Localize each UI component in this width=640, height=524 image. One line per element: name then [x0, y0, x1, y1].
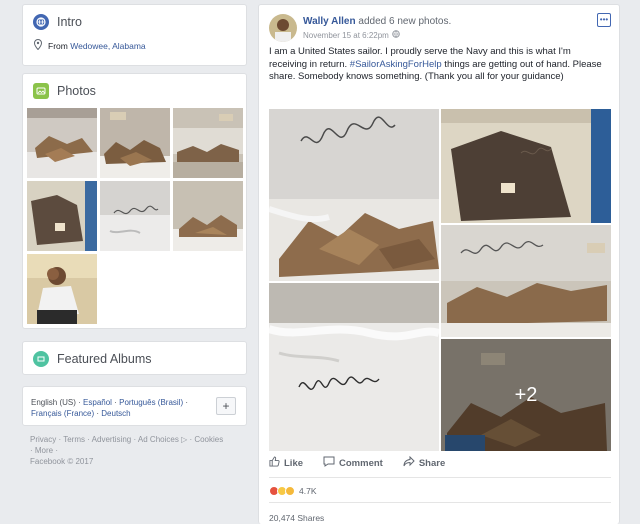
photo-thumb-bunk-debris[interactable] — [173, 108, 243, 178]
footer-link-more[interactable]: More — [35, 446, 53, 455]
photos-card: Photos — [22, 73, 247, 329]
language-current: English (US) — [31, 398, 76, 407]
photos-title[interactable]: Photos — [57, 84, 96, 98]
post-photo-blanket[interactable] — [441, 109, 611, 223]
reaction-count: 4.7K — [299, 486, 317, 496]
intro-title: Intro — [57, 15, 83, 29]
like-button[interactable]: Like — [269, 456, 303, 470]
photo-thumb-sailor-portrait[interactable] — [27, 254, 97, 324]
audience-globe-icon[interactable] — [392, 30, 400, 40]
hometown-row: From Wedowee, Alabama — [23, 38, 246, 52]
language-option[interactable]: Deutsch — [101, 409, 130, 418]
wow-reaction-icon — [285, 486, 295, 496]
add-language-button[interactable]: + — [216, 397, 236, 415]
post-photo-cardboard-bunk[interactable] — [441, 225, 611, 337]
footer-copyright: Facebook © 2017 — [30, 457, 94, 466]
hometown-link[interactable]: Wedowee, Alabama — [70, 41, 145, 51]
language-card: English (US) · Español · Português (Bras… — [22, 386, 247, 426]
post-timestamp-row: November 15 at 6:22pm — [303, 30, 400, 40]
footer-links: Privacy · Terms · Advertising · Ad Choic… — [30, 435, 224, 466]
intro-card: Intro From Wedowee, Alabama — [22, 4, 247, 66]
featured-albums-card: Featured Albums — [22, 341, 247, 375]
hashtag-link[interactable]: #SailorAskingForHelp — [350, 59, 442, 70]
comment-icon — [323, 456, 335, 470]
location-pin-icon — [33, 38, 43, 52]
language-option[interactable]: Français (France) — [31, 409, 94, 418]
thumbs-up-icon — [269, 456, 280, 470]
photo-thumb-blanket[interactable] — [27, 181, 97, 251]
ad-choices-icon: ▷ — [181, 435, 188, 444]
photo-thumb-cardboard-floor[interactable] — [173, 181, 243, 251]
footer-link-cookies[interactable]: Cookies — [194, 435, 223, 444]
author-name[interactable]: Wally Allen — [303, 16, 356, 27]
language-option[interactable]: Español — [83, 398, 112, 407]
albums-header: Featured Albums — [23, 342, 246, 376]
photo-thumb-scribble-sheet[interactable] — [100, 181, 170, 251]
actions-divider — [269, 477, 611, 478]
footer-link-advertising[interactable]: Advertising — [92, 435, 132, 444]
post-header: Wally Allen added 6 new photos. — [303, 16, 451, 27]
post-timestamp[interactable]: November 15 at 6:22pm — [303, 31, 389, 40]
post-photo-more[interactable]: +2 — [441, 339, 611, 451]
footer-link-terms[interactable]: Terms — [63, 435, 85, 444]
albums-title[interactable]: Featured Albums — [57, 352, 152, 366]
hometown-prefix: From — [48, 40, 68, 51]
shares-count[interactable]: 20,474 Shares — [269, 513, 324, 523]
globe-icon — [33, 14, 49, 30]
post-text: I am a United States sailor. I proudly s… — [269, 46, 602, 82]
post-card: Wally Allen added 6 new photos. November… — [258, 4, 620, 524]
language-list: English (US) · Español · Português (Bras… — [31, 398, 189, 418]
language-option[interactable]: Português (Brasil) — [119, 398, 183, 407]
photo-thumb-cardboard-mess[interactable] — [100, 108, 170, 178]
share-arrow-icon — [403, 455, 415, 470]
post-photo-scribble-closeup[interactable] — [269, 283, 439, 451]
more-photos-count[interactable]: +2 — [441, 339, 611, 451]
author-avatar[interactable] — [269, 14, 297, 42]
footer-link-ad-choices[interactable]: Ad Choices — [138, 435, 179, 444]
photo-thumb-cardboard-pile[interactable] — [27, 108, 97, 178]
shares-divider — [269, 502, 611, 503]
photos-header: Photos — [23, 74, 246, 108]
albums-icon — [33, 351, 49, 367]
footer-link-privacy[interactable]: Privacy — [30, 435, 56, 444]
post-actions: Like Comment Share — [269, 455, 445, 470]
post-photo-scribbled-sheet[interactable] — [269, 109, 439, 281]
intro-header: Intro — [23, 5, 246, 39]
comment-button[interactable]: Comment — [323, 456, 383, 470]
share-button[interactable]: Share — [403, 455, 445, 470]
reactions-summary[interactable]: 4.7K — [269, 486, 317, 496]
post-options-icon[interactable]: ••• — [597, 13, 611, 27]
photos-icon — [33, 83, 49, 99]
post-action: added 6 new photos. — [358, 16, 452, 27]
